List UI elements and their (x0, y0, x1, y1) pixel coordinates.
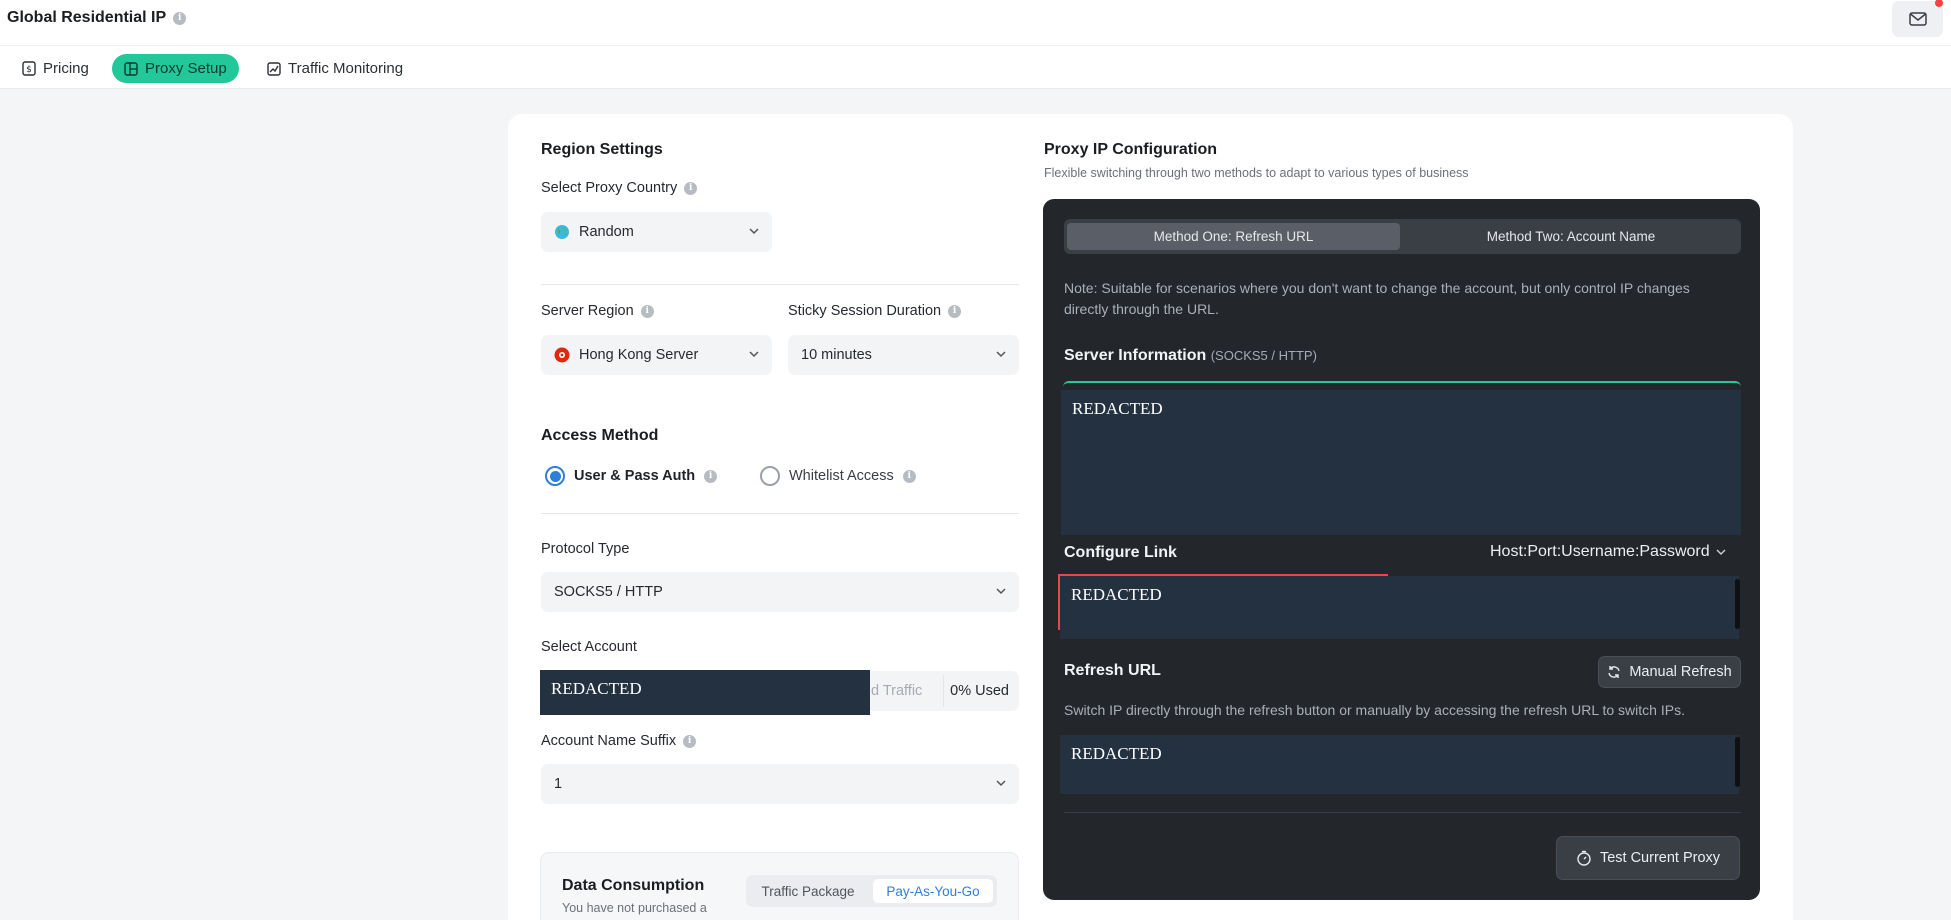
link-format-select[interactable]: Host:Port:Username:Password (1490, 543, 1726, 561)
country-value: Random (579, 224, 634, 240)
top-bar: Global Residential IP i (0, 0, 1951, 46)
chevron-down-icon (749, 228, 759, 235)
server-info-value: REDACTED (1061, 390, 1741, 535)
sticky-session-label-text: Sticky Session Duration (788, 303, 942, 319)
proxy-config-title: Proxy IP Configuration (1044, 141, 1218, 158)
sticky-session-select[interactable]: 10 minutes (788, 335, 1019, 375)
country-label: Select Proxy Country i (541, 180, 698, 196)
radio-user-pass-auth[interactable]: User & Pass Auth i (545, 466, 718, 486)
refresh-icon (1608, 666, 1621, 678)
country-label-text: Select Proxy Country (541, 180, 678, 196)
radio-user-pass-label: User & Pass Auth (574, 468, 696, 484)
nav-bar: $ Pricing Proxy Setup Traffic Monitoring (0, 46, 1951, 89)
account-traffic-text: d Traffic (871, 683, 923, 699)
scrollbar[interactable] (1735, 737, 1740, 787)
configure-link-title: Configure Link (1064, 544, 1177, 561)
scrollbar[interactable] (1735, 579, 1740, 629)
account-suffix-select[interactable]: 1 (541, 764, 1019, 804)
chevron-down-icon (996, 351, 1006, 358)
server-region-label-text: Server Region (541, 303, 634, 319)
tab-proxy-setup-label: Proxy Setup (145, 60, 227, 77)
account-suffix-value: 1 (554, 776, 563, 792)
sticky-session-value: 10 minutes (801, 347, 872, 363)
timer-icon (1577, 850, 1591, 866)
method-one-tab[interactable]: Method One: Refresh URL (1067, 223, 1400, 250)
link-format-value: Host:Port:Username:Password (1490, 543, 1710, 560)
divider (541, 513, 1019, 514)
info-icon[interactable]: i (683, 734, 697, 748)
info-icon[interactable]: i (640, 304, 654, 318)
chevron-down-icon (749, 351, 759, 358)
select-account-label: Select Account (541, 639, 637, 655)
tab-pricing-label: Pricing (43, 60, 89, 77)
server-info-subtitle: (SOCKS5 / HTTP) (1210, 348, 1317, 363)
chevron-down-icon (1716, 549, 1726, 555)
hong-kong-flag-icon (554, 347, 570, 363)
access-method-title: Access Method (541, 427, 659, 444)
proxy-config-subtitle: Flexible switching through two methods t… (1044, 166, 1469, 180)
radio-whitelist-label: Whitelist Access (789, 468, 894, 484)
info-icon[interactable]: i (902, 469, 916, 483)
tab-traffic-monitoring[interactable]: Traffic Monitoring (255, 54, 415, 83)
divider (1064, 812, 1741, 813)
tab-pay-as-you-go[interactable]: Pay-As-You-Go (873, 879, 993, 903)
tab-traffic-package[interactable]: Traffic Package (750, 879, 866, 903)
account-redacted-value: REDACTED (540, 670, 870, 715)
radio-whitelist-access[interactable]: Whitelist Access i (760, 466, 916, 486)
server-region-value: Hong Kong Server (579, 347, 699, 363)
globe-icon (555, 225, 569, 239)
info-icon[interactable]: i (684, 181, 698, 195)
chevron-down-icon (996, 780, 1006, 787)
mail-button[interactable] (1892, 0, 1943, 37)
method-switcher: Method One: Refresh URL Method Two: Acco… (1064, 219, 1741, 254)
refresh-url-title: Refresh URL (1064, 662, 1161, 679)
dollar-doc-icon: $ (22, 61, 36, 76)
layout-icon (124, 61, 138, 76)
configure-link-value: REDACTED (1060, 576, 1739, 639)
data-consumption-title: Data Consumption (562, 877, 705, 894)
app-title: Global Residential IP i (7, 9, 187, 27)
method-two-tab[interactable]: Method Two: Account Name (1404, 223, 1738, 250)
svg-text:$: $ (26, 65, 32, 75)
account-used-badge: 0% Used (943, 675, 1015, 707)
test-proxy-button[interactable]: Test Current Proxy (1556, 836, 1740, 880)
tab-proxy-setup[interactable]: Proxy Setup (112, 54, 239, 83)
tab-pricing[interactable]: $ Pricing (10, 54, 101, 83)
server-info-title: Server Information (SOCKS5 / HTTP) (1064, 347, 1317, 365)
server-region-select[interactable]: Hong Kong Server (541, 335, 772, 375)
radio-circle (760, 466, 780, 486)
notification-dot (1935, 0, 1943, 7)
manual-refresh-button[interactable]: Manual Refresh (1598, 656, 1741, 688)
account-suffix-label-text: Account Name Suffix (541, 733, 677, 749)
method-note: Note: Suitable for scenarios where you d… (1064, 280, 1690, 317)
country-select[interactable]: Random (541, 212, 772, 252)
region-settings-title: Region Settings (541, 141, 663, 158)
info-icon[interactable]: i (704, 469, 718, 483)
info-icon[interactable]: i (948, 304, 962, 318)
protocol-type-value: SOCKS5 / HTTP (554, 584, 663, 600)
chevron-down-icon (996, 588, 1006, 595)
account-suffix-label: Account Name Suffix i (541, 733, 697, 749)
sticky-session-label: Sticky Session Duration i (788, 303, 962, 319)
protocol-type-select[interactable]: SOCKS5 / HTTP (541, 572, 1019, 612)
manual-refresh-label: Manual Refresh (1629, 664, 1732, 680)
info-icon[interactable]: i (173, 11, 187, 25)
protocol-type-label: Protocol Type (541, 541, 630, 557)
data-consumption-note: You have not purchased a (562, 901, 707, 915)
tab-traffic-monitoring-label: Traffic Monitoring (288, 60, 404, 77)
chart-icon (267, 61, 281, 76)
radio-circle (545, 466, 565, 486)
test-proxy-label: Test Current Proxy (1599, 850, 1721, 866)
divider (541, 284, 1019, 285)
app-title-text: Global Residential IP (7, 9, 167, 26)
refresh-description: Switch IP directly through the refresh b… (1064, 702, 1685, 718)
server-region-label: Server Region i (541, 303, 654, 319)
server-info-title-text: Server Information (1064, 347, 1207, 364)
refresh-url-value: REDACTED (1060, 735, 1739, 794)
mail-icon (1908, 12, 1927, 26)
